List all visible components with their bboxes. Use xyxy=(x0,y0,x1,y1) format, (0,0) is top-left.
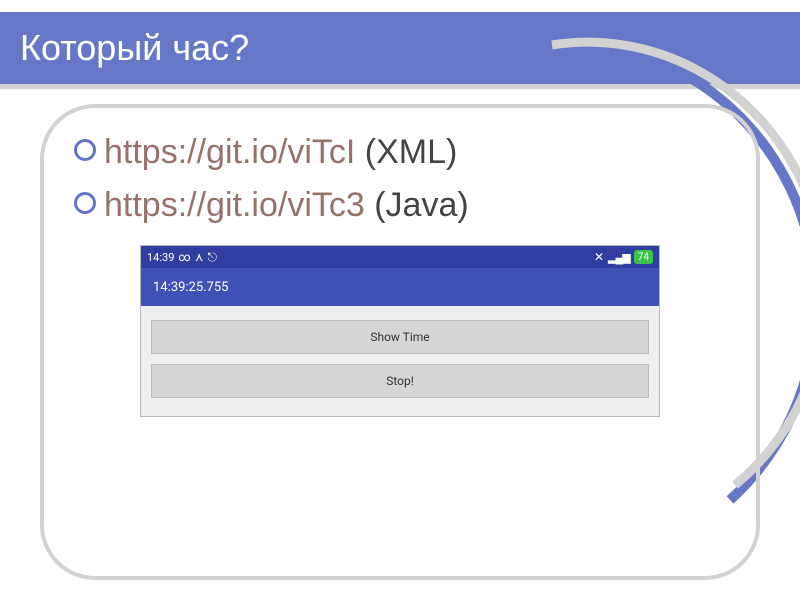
slide: Который час? https://git.io/viTcI (XML) … xyxy=(0,0,800,600)
title-bar: Который час? xyxy=(0,12,800,84)
title-underline xyxy=(0,84,800,89)
infinity-icon: ∞ xyxy=(178,250,190,264)
phone-screenshot: 14:39 ∞ ⋏ ⎋ ✕ ▂▄▆ 74 14:39:25.755 xyxy=(140,245,660,417)
usb-icon: ⎋ xyxy=(208,250,218,265)
stop-button[interactable]: Stop! xyxy=(151,364,649,398)
app-bar: 14:39:25.755 xyxy=(141,268,659,306)
status-bar: 14:39 ∞ ⋏ ⎋ ✕ ▂▄▆ 74 xyxy=(141,246,659,268)
battery-badge: 74 xyxy=(634,250,653,264)
link-java[interactable]: https://git.io/viTc3 xyxy=(104,186,365,224)
bullet-suffix: (Java) xyxy=(365,186,469,224)
title-area: Который час? xyxy=(0,0,800,100)
content-frame: https://git.io/viTcI (XML) https://git.i… xyxy=(40,104,760,580)
link-xml[interactable]: https://git.io/viTcI xyxy=(104,133,355,171)
button-label: Show Time xyxy=(370,330,429,344)
bullet-list: https://git.io/viTcI (XML) https://git.i… xyxy=(74,126,726,231)
slide-title: Который час? xyxy=(20,27,249,69)
status-left: 14:39 ∞ ⋏ ⎋ xyxy=(147,250,217,265)
mute-icon: ✕ xyxy=(594,250,604,264)
status-time: 14:39 xyxy=(147,251,174,264)
button-label: Stop! xyxy=(386,374,414,388)
status-right: ✕ ▂▄▆ 74 xyxy=(594,250,653,264)
show-time-button[interactable]: Show Time xyxy=(151,320,649,354)
bullet-suffix: (XML) xyxy=(355,133,457,171)
bullet-item: https://git.io/viTcI (XML) xyxy=(74,126,726,179)
app-bar-time: 14:39:25.755 xyxy=(153,280,228,295)
bullet-item: https://git.io/viTc3 (Java) xyxy=(74,179,726,232)
phone-body: Show Time Stop! xyxy=(141,306,659,416)
network-icon: ⋏ xyxy=(195,250,204,264)
battery-level: 74 xyxy=(638,252,649,263)
signal-icon: ▂▄▆ xyxy=(608,251,630,264)
